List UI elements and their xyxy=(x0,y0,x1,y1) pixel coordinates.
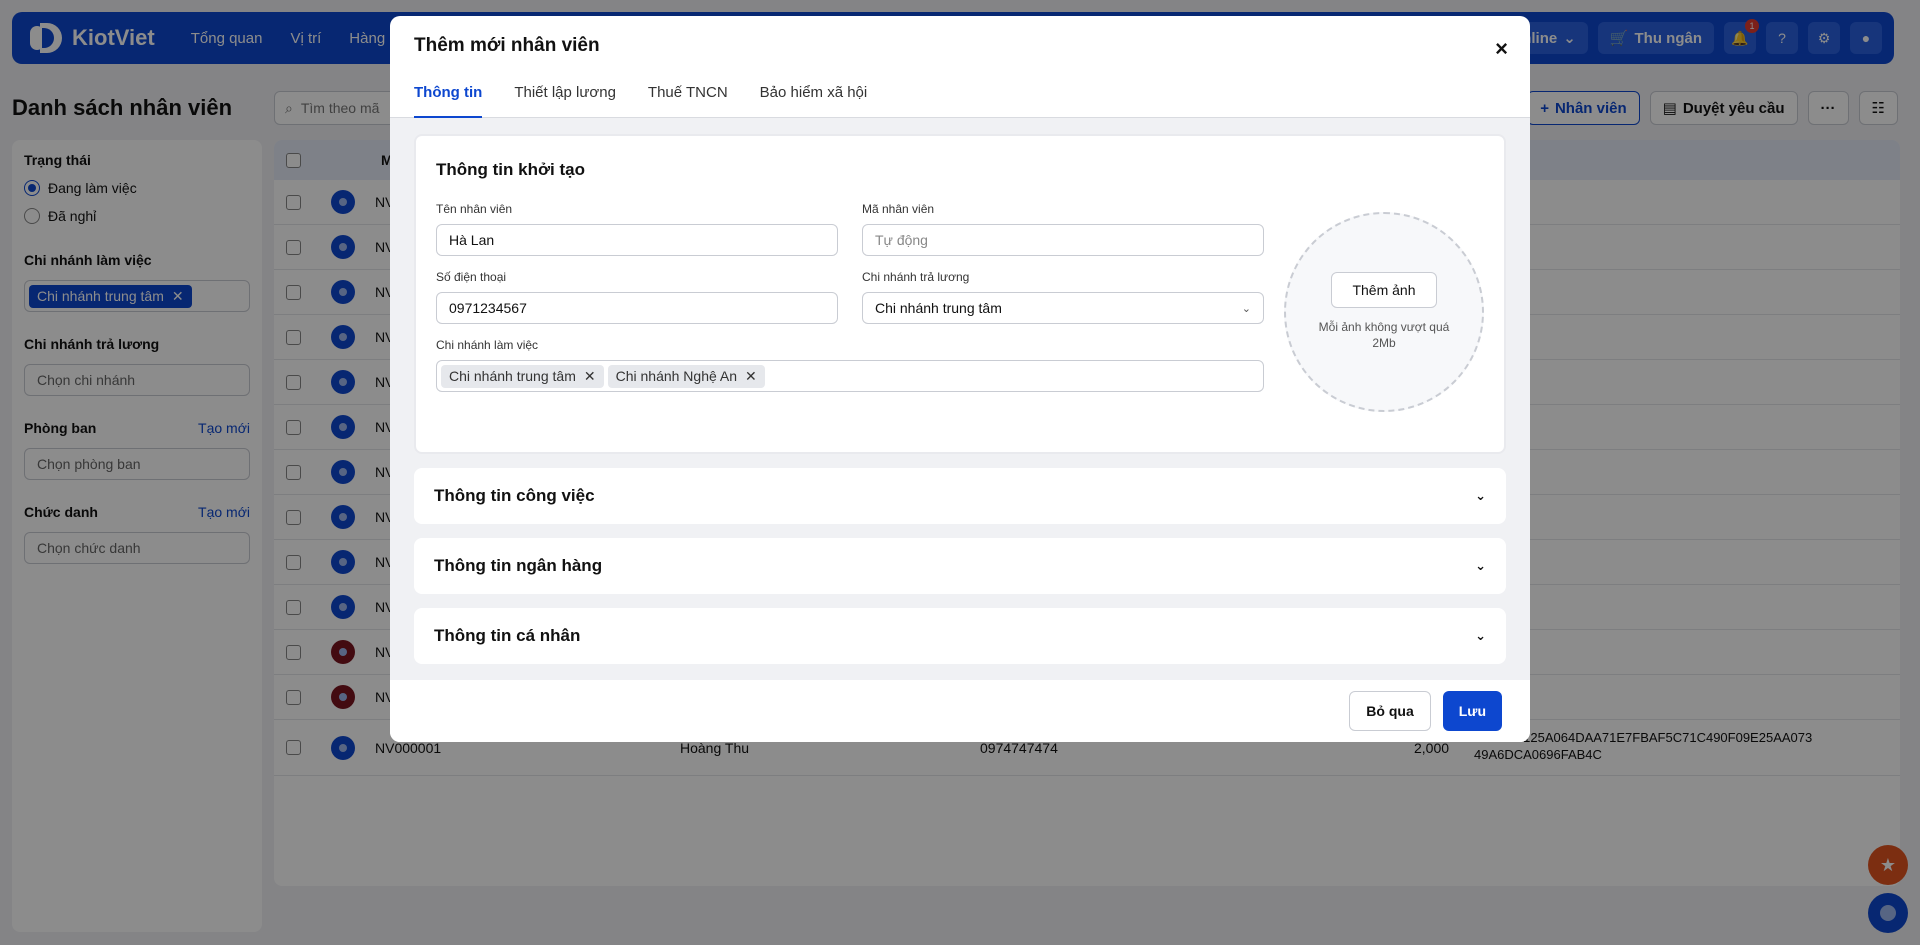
cancel-button[interactable]: Bỏ qua xyxy=(1349,691,1431,731)
phone-input[interactable]: 0971234567 xyxy=(436,292,838,324)
code-label: Mã nhân viên xyxy=(862,202,935,216)
work-branch-label: Chi nhánh làm việc xyxy=(436,338,539,352)
close-icon[interactable]: × xyxy=(1495,36,1508,62)
photo-upload-area[interactable]: Thêm ảnh Mỗi ảnh không vượt quá 2Mb xyxy=(1284,212,1484,412)
job-info-section[interactable]: Thông tin công việc ⌄ xyxy=(414,468,1506,524)
name-label: Tên nhân viên xyxy=(436,202,513,216)
chevron-down-icon: ⌄ xyxy=(1475,628,1486,643)
add-employee-modal: Thêm mới nhân viên × Thông tin Thiết lập… xyxy=(390,16,1530,742)
modal-footer: Bỏ qua Lưu xyxy=(390,680,1530,742)
bank-info-section[interactable]: Thông tin ngân hàng ⌄ xyxy=(414,538,1506,594)
modal-tabs: Thông tin Thiết lập lương Thuế TNCN Bảo … xyxy=(390,76,1530,118)
chevron-down-icon: ⌄ xyxy=(1475,558,1486,573)
init-section-title: Thông tin khởi tạo xyxy=(436,160,586,179)
phone-label: Số điện thoại xyxy=(436,270,507,284)
photo-hint: Mỗi ảnh không vượt quá 2Mb xyxy=(1318,320,1450,350)
tab-social-insurance[interactable]: Bảo hiểm xã hội xyxy=(760,76,868,117)
add-photo-button[interactable]: Thêm ảnh xyxy=(1331,272,1437,309)
tab-info[interactable]: Thông tin xyxy=(414,76,483,118)
remove-chip-icon[interactable]: ✕ xyxy=(584,368,596,385)
save-button[interactable]: Lưu xyxy=(1442,691,1502,731)
chevron-down-icon: ⌄ xyxy=(1475,488,1486,503)
work-branch-chip: Chi nhánh Nghệ An ✕ xyxy=(607,364,765,388)
tab-income-tax[interactable]: Thuế TNCN xyxy=(648,76,728,117)
employee-name-input[interactable]: Hà Lan xyxy=(436,224,838,256)
tab-salary-setup[interactable]: Thiết lập lương xyxy=(514,76,616,117)
work-branch-multiselect[interactable]: Chi nhánh trung tâm ✕ Chi nhánh Nghệ An ✕ xyxy=(436,360,1264,392)
modal-body: Thông tin khởi tạo Tên nhân viên Hà Lan … xyxy=(390,118,1530,680)
modal-title: Thêm mới nhân viên xyxy=(414,35,600,56)
work-branch-chip: Chi nhánh trung tâm ✕ xyxy=(441,364,604,388)
pay-branch-select[interactable]: Chi nhánh trung tâm ⌄ xyxy=(862,292,1264,324)
pay-branch-label: Chi nhánh trả lương xyxy=(862,270,970,284)
remove-chip-icon[interactable]: ✕ xyxy=(745,368,757,385)
employee-code-input[interactable]: Tự động xyxy=(862,224,1264,256)
personal-info-section[interactable]: Thông tin cá nhân ⌄ xyxy=(414,608,1506,664)
init-info-card: Thông tin khởi tạo Tên nhân viên Hà Lan … xyxy=(414,134,1506,454)
chevron-down-icon: ⌄ xyxy=(1241,302,1251,315)
